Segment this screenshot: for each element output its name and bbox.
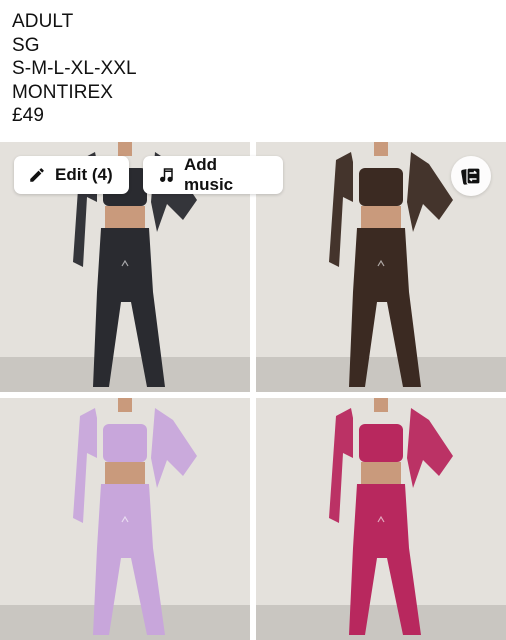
swap-layout-button[interactable]	[451, 156, 491, 196]
caption-line-code: SG	[12, 34, 40, 56]
add-music-button[interactable]: Add music	[143, 155, 283, 194]
caption-line-brand: MONTIREX	[12, 81, 114, 103]
model-neck	[374, 398, 388, 412]
caption-line-category: ADULT	[12, 11, 74, 32]
model-midriff	[361, 462, 401, 486]
model-neck	[118, 398, 132, 412]
music-note-icon	[160, 168, 173, 182]
model-midriff	[105, 206, 145, 230]
swap-icon	[461, 167, 481, 185]
sports-bra	[359, 424, 403, 462]
edit-button-label: Edit (4)	[55, 165, 113, 184]
post-caption: ADULT SG S-M-L-XL-XXL MONTIREX £49	[12, 10, 137, 128]
model-neck	[118, 142, 132, 156]
backdrop-floor	[0, 605, 250, 640]
photo-lilac-set[interactable]	[0, 398, 250, 640]
backdrop-floor	[0, 357, 250, 392]
model-midriff	[361, 206, 401, 230]
backdrop-floor	[256, 357, 506, 392]
add-music-button-label: Add music	[184, 155, 234, 194]
model-midriff	[105, 462, 145, 486]
photo-grid	[0, 142, 506, 640]
photo-pink-set[interactable]	[256, 398, 506, 640]
caption-line-price: £49	[12, 105, 45, 126]
sports-bra	[359, 168, 403, 206]
model-neck	[374, 142, 388, 156]
sports-bra	[103, 424, 147, 462]
edit-button[interactable]: Edit (4)	[14, 156, 129, 194]
backdrop-floor	[256, 605, 506, 640]
pencil-icon	[30, 168, 44, 182]
caption-line-sizes: S-M-L-XL-XXL	[12, 58, 137, 79]
